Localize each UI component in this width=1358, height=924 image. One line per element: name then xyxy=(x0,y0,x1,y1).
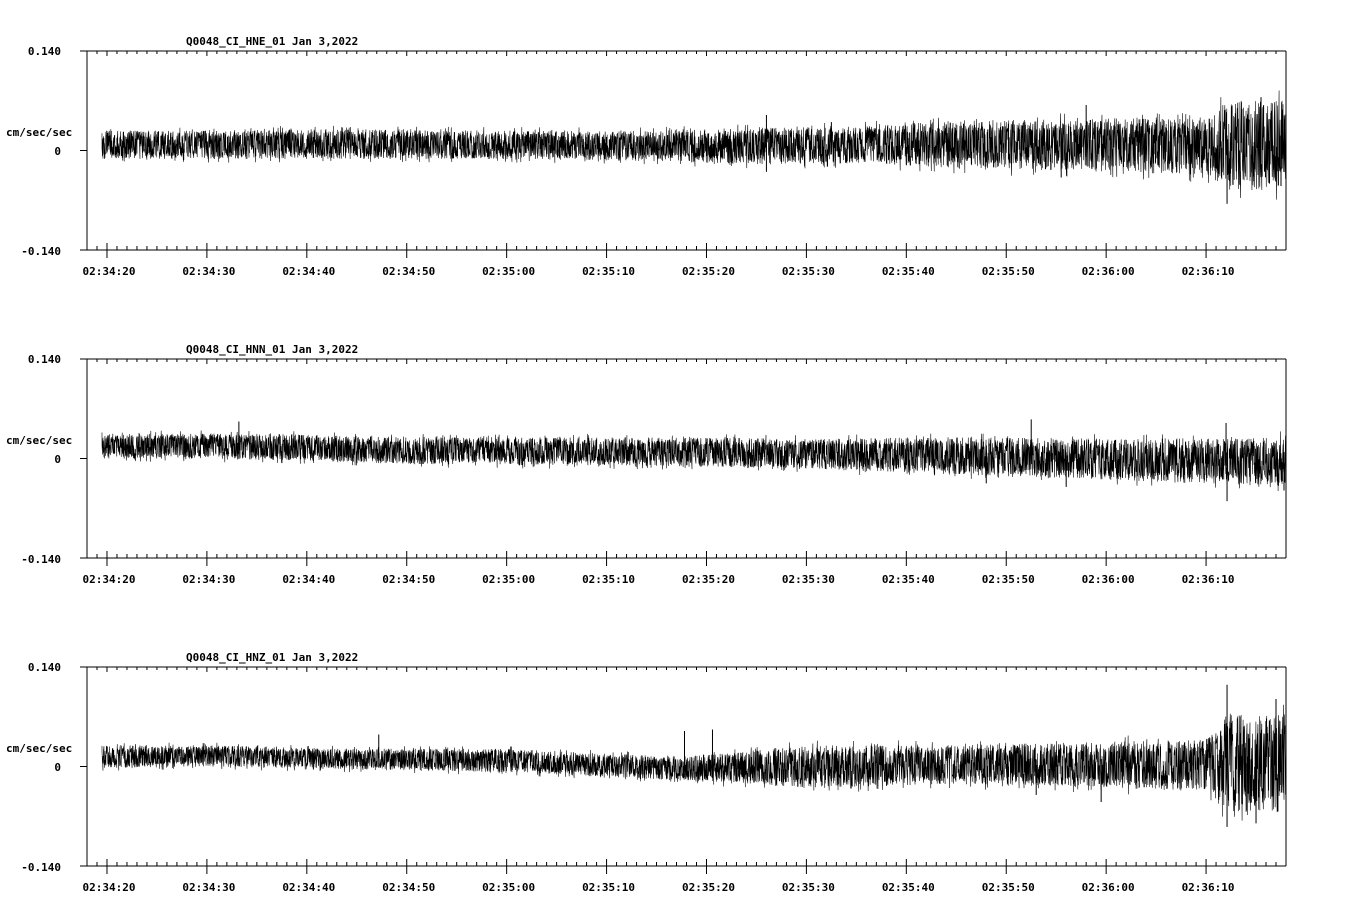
y-axis-label: cm/sec/sec xyxy=(6,126,72,139)
x-tick-label: 02:34:40 xyxy=(282,881,335,894)
x-tick-label: 02:34:20 xyxy=(82,265,135,278)
x-tick-label: 02:35:20 xyxy=(682,265,735,278)
x-tick-label: 02:35:40 xyxy=(882,881,935,894)
seismogram-panel-hnz: Q0048_CI_HNZ_01 Jan 3,2022 cm/sec/sec 0.… xyxy=(6,651,1287,894)
x-tick-label: 02:34:30 xyxy=(182,881,235,894)
x-tick-label: 02:34:20 xyxy=(82,881,135,894)
x-tick-label: 02:34:40 xyxy=(282,573,335,586)
x-tick-label: 02:34:50 xyxy=(382,573,435,586)
x-tick-label: 02:35:40 xyxy=(882,265,935,278)
x-tick-label: 02:35:50 xyxy=(982,265,1035,278)
waveform-trace xyxy=(101,90,1287,200)
y-tick-label-bottom: -0.140 xyxy=(21,861,61,874)
x-tick-label: 02:35:00 xyxy=(482,265,535,278)
y-tick-label-bottom: -0.140 xyxy=(21,553,61,566)
x-tick-label: 02:35:40 xyxy=(882,573,935,586)
y-tick-label-zero: 0 xyxy=(54,145,61,158)
x-tick-label: 02:35:20 xyxy=(682,881,735,894)
seismogram-figure: Q0048_CI_HNE_01 Jan 3,2022 cm/sec/sec 0.… xyxy=(6,35,1287,894)
x-tick-label: 02:34:30 xyxy=(182,265,235,278)
x-tick-label: 02:35:20 xyxy=(682,573,735,586)
x-tick-label: 02:35:00 xyxy=(482,881,535,894)
x-tick-label: 02:35:00 xyxy=(482,573,535,586)
y-tick-label-bottom: -0.140 xyxy=(21,245,61,258)
x-tick-label: 02:34:50 xyxy=(382,881,435,894)
panel-title: Q0048_CI_HNE_01 Jan 3,2022 xyxy=(186,35,358,48)
seismogram-panel-hnn: Q0048_CI_HNN_01 Jan 3,2022 cm/sec/sec 0.… xyxy=(6,343,1287,586)
x-tick-label: 02:35:30 xyxy=(782,881,835,894)
y-tick-label-top: 0.140 xyxy=(28,353,61,366)
x-tick-label: 02:36:00 xyxy=(1082,881,1135,894)
waveform-trace xyxy=(101,704,1287,821)
x-tick-label: 02:35:30 xyxy=(782,573,835,586)
y-axis-label: cm/sec/sec xyxy=(6,434,72,447)
x-tick-label: 02:36:00 xyxy=(1082,265,1135,278)
x-tick-label: 02:35:10 xyxy=(582,265,635,278)
y-tick-label-zero: 0 xyxy=(54,761,61,774)
x-tick-label: 02:36:10 xyxy=(1182,265,1235,278)
x-tick-label: 02:34:50 xyxy=(382,265,435,278)
x-tick-label: 02:34:40 xyxy=(282,265,335,278)
x-tick-label: 02:35:50 xyxy=(982,573,1035,586)
y-tick-label-zero: 0 xyxy=(54,453,61,466)
x-tick-label: 02:35:50 xyxy=(982,881,1035,894)
x-tick-label: 02:34:30 xyxy=(182,573,235,586)
x-tick-label: 02:36:10 xyxy=(1182,881,1235,894)
y-axis-label: cm/sec/sec xyxy=(6,742,72,755)
panel-title: Q0048_CI_HNZ_01 Jan 3,2022 xyxy=(186,651,358,664)
seismogram-panel-hne: Q0048_CI_HNE_01 Jan 3,2022 cm/sec/sec 0.… xyxy=(6,35,1287,278)
y-tick-label-top: 0.140 xyxy=(28,661,61,674)
x-tick-label: 02:36:00 xyxy=(1082,573,1135,586)
x-tick-label: 02:36:10 xyxy=(1182,573,1235,586)
waveform-trace xyxy=(101,430,1287,492)
x-tick-label: 02:34:20 xyxy=(82,573,135,586)
x-tick-label: 02:35:10 xyxy=(582,881,635,894)
panel-title: Q0048_CI_HNN_01 Jan 3,2022 xyxy=(186,343,358,356)
x-tick-label: 02:35:10 xyxy=(582,573,635,586)
x-tick-label: 02:35:30 xyxy=(782,265,835,278)
y-tick-label-top: 0.140 xyxy=(28,45,61,58)
